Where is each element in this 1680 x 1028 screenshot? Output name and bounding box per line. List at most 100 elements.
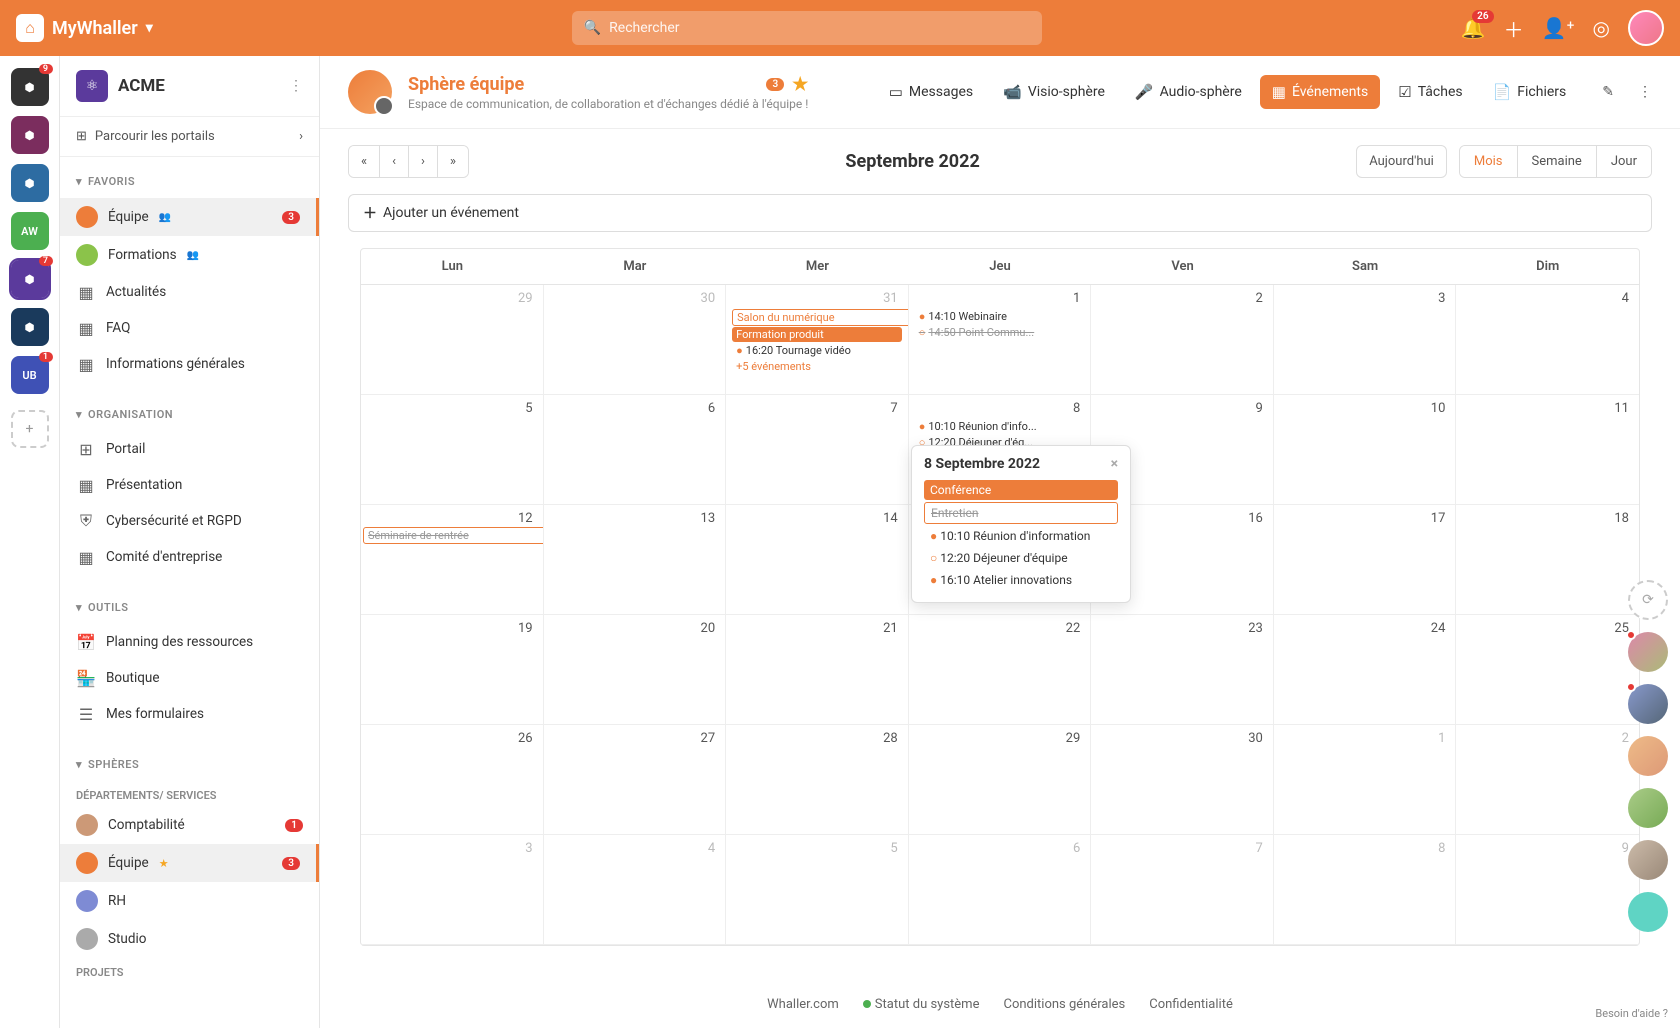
event[interactable]: 10:10 Réunion d'info... [915, 419, 1085, 434]
browse-portals[interactable]: ⊞Parcourir les portails › [60, 117, 319, 157]
calendar-cell[interactable]: 12Séminaire de rentrée [361, 505, 544, 615]
calendar-cell[interactable]: 27 [544, 725, 727, 835]
tab-fichiers[interactable]: 📄Fichiers [1481, 75, 1579, 109]
chat-bot[interactable] [1628, 892, 1668, 932]
nav-prev[interactable]: ‹ [380, 146, 409, 177]
rail-item[interactable]: ⬢9 [11, 68, 49, 106]
more-icon[interactable]: ⋮ [1638, 84, 1652, 100]
section-favoris[interactable]: ▾ FAVORIS [60, 165, 319, 198]
sidebar-item[interactable]: RH [60, 882, 319, 920]
calendar-cell[interactable]: 1 [1274, 725, 1457, 835]
section-outils[interactable]: ▾ OUTILS [60, 591, 319, 624]
avatar[interactable] [1628, 10, 1664, 46]
event[interactable]: 14:50 Point Commu... [915, 325, 1085, 340]
sidebar-item[interactable]: Équipe★3 [60, 844, 319, 882]
calendar-cell[interactable]: 21 [726, 615, 909, 725]
sidebar-item[interactable]: Comptabilité1 [60, 806, 319, 844]
presence-user[interactable] [1628, 840, 1668, 880]
more-events[interactable]: +5 événements [732, 359, 902, 374]
sidebar-item[interactable]: ▦Présentation [60, 467, 319, 503]
calendar-cell[interactable]: 19 [361, 615, 544, 725]
calendar-cell[interactable]: 18 [1456, 505, 1639, 615]
add-event-button[interactable]: ＋ Ajouter un événement [348, 194, 1652, 232]
calendar-cell[interactable]: 28 [726, 725, 909, 835]
invite-icon[interactable]: 👤⁺ [1542, 16, 1575, 40]
sidebar-item[interactable]: Équipe👥3 [60, 198, 319, 236]
star-icon[interactable]: ★ [792, 74, 808, 95]
tab-messages[interactable]: ▭Messages [877, 75, 985, 109]
popover-event[interactable]: Entretien [924, 502, 1118, 524]
calendar-cell[interactable]: 25 [1456, 615, 1639, 725]
calendar-cell[interactable]: 26 [361, 725, 544, 835]
calendar-cell[interactable]: 8 [1274, 835, 1457, 945]
nav-first[interactable]: « [349, 146, 380, 177]
brand[interactable]: ⌂ MyWhaller ▾ [16, 14, 153, 42]
rail-item[interactable]: ⬢ [11, 164, 49, 202]
close-icon[interactable]: × [1111, 456, 1118, 472]
rail-item[interactable]: ⬢7 [11, 260, 49, 298]
calendar-cell[interactable]: 29 [361, 285, 544, 395]
calendar-cell[interactable]: 24 [1274, 615, 1457, 725]
rail-item[interactable]: AW [11, 212, 49, 250]
calendar-cell[interactable]: 6 [909, 835, 1092, 945]
sidebar-item[interactable]: 🏪Boutique [60, 660, 319, 696]
search[interactable]: 🔍 [572, 11, 1042, 45]
search-input[interactable] [609, 20, 1030, 36]
bell-icon[interactable]: 🔔26 [1461, 16, 1486, 40]
more-icon[interactable]: ⋮ [289, 78, 303, 94]
event[interactable]: 14:10 Webinaire [915, 309, 1085, 324]
calendar-cell[interactable]: 22 [909, 615, 1092, 725]
sphere-avatar[interactable] [348, 70, 392, 114]
event[interactable]: Salon du numérique [732, 309, 909, 326]
calendar-cell[interactable]: 30 [1091, 725, 1274, 835]
calendar-cell[interactable]: 30 [544, 285, 727, 395]
calendar-cell[interactable]: 20 [544, 615, 727, 725]
presence-user[interactable] [1628, 684, 1668, 724]
calendar-cell[interactable]: 14 [726, 505, 909, 615]
calendar-cell[interactable]: 4 [1456, 285, 1639, 395]
chevron-down-icon[interactable]: ▾ [146, 20, 153, 36]
popover-event[interactable]: Conférence [924, 480, 1118, 500]
view-semaine[interactable]: Semaine [1518, 146, 1597, 177]
nav-next[interactable]: › [409, 146, 438, 177]
rail-add[interactable]: + [11, 410, 49, 448]
tab-audio-sphère[interactable]: 🎤Audio-sphère [1123, 75, 1254, 109]
tab-visio-sphère[interactable]: 📹Visio-sphère [991, 75, 1117, 109]
sidebar-item[interactable]: ▦Informations générales [60, 346, 319, 382]
presence-user[interactable] [1628, 632, 1668, 672]
presence-add[interactable]: ⟳ [1628, 580, 1668, 620]
calendar-cell[interactable]: 11 [1456, 395, 1639, 505]
calendar-cell[interactable]: 4 [544, 835, 727, 945]
sidebar-item[interactable]: ☰Mes formulaires [60, 696, 319, 732]
calendar-cell[interactable]: 3 [1274, 285, 1457, 395]
rail-item[interactable]: UB1 [11, 356, 49, 394]
view-jour[interactable]: Jour [1597, 146, 1651, 177]
help-link[interactable]: Besoin d'aide ? [1595, 1007, 1668, 1020]
footer-terms[interactable]: Conditions générales [1003, 997, 1125, 1012]
calendar-cell[interactable]: 17 [1274, 505, 1457, 615]
event[interactable]: Formation produit [732, 327, 902, 342]
tab-tâches[interactable]: ☑Tâches [1386, 75, 1474, 109]
event-bar[interactable]: Séminaire de rentrée [363, 527, 544, 544]
plus-icon[interactable]: ＋ [1504, 14, 1524, 43]
calendar-cell[interactable]: 114:10 Webinaire14:50 Point Commu... [909, 285, 1092, 395]
section-organisation[interactable]: ▾ ORGANISATION [60, 398, 319, 431]
footer-status[interactable]: Statut du système [863, 997, 980, 1012]
tab-événements[interactable]: ▦Événements [1260, 75, 1380, 109]
sidebar-item[interactable]: ▦FAQ [60, 310, 319, 346]
calendar-cell[interactable]: 5 [726, 835, 909, 945]
sidebar-item[interactable]: ⛨Cybersécurité et RGPD [60, 503, 319, 539]
nav-last[interactable]: » [438, 146, 468, 177]
calendar-cell[interactable]: 31Salon du numériqueFormation produit16:… [726, 285, 909, 395]
sidebar-item[interactable]: ▦Actualités [60, 274, 319, 310]
calendar-cell[interactable]: 3 [361, 835, 544, 945]
calendar-cell[interactable]: 10 [1274, 395, 1457, 505]
edit-icon[interactable]: ✎ [1602, 84, 1614, 100]
sidebar-item[interactable]: ⊞Portail [60, 431, 319, 467]
popover-event[interactable]: 10:10 Réunion d'information [924, 526, 1118, 546]
footer-privacy[interactable]: Confidentialité [1149, 997, 1233, 1012]
calendar-cell[interactable]: 29 [909, 725, 1092, 835]
view-mois[interactable]: Mois [1460, 146, 1518, 177]
sidebar-item[interactable]: 📅Planning des ressources [60, 624, 319, 660]
section-spheres[interactable]: ▾ SPHÈRES [60, 748, 319, 781]
